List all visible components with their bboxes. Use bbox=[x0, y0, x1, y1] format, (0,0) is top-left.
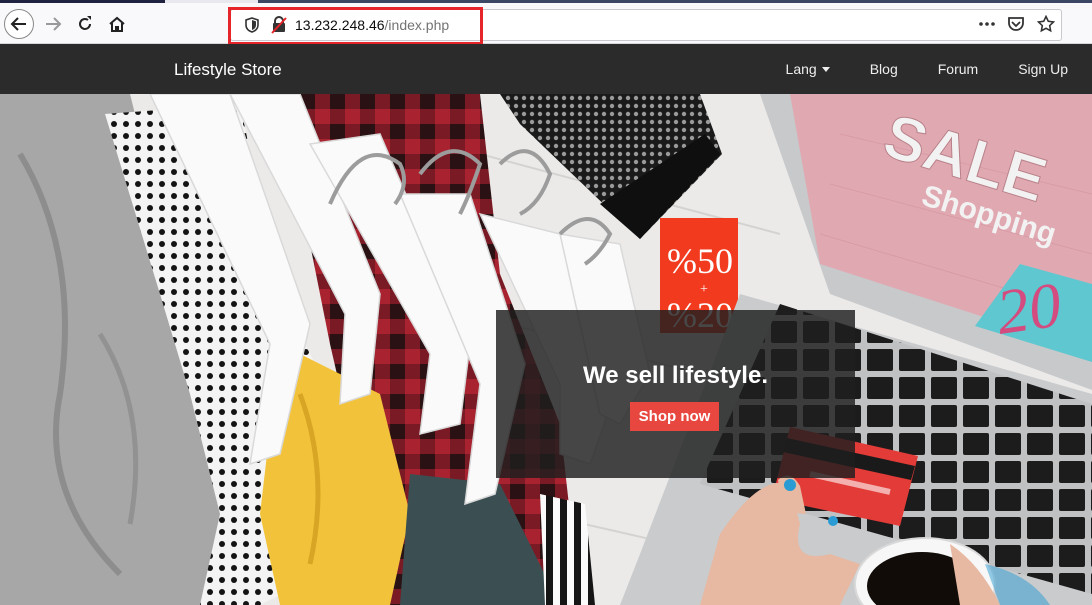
bookmark-star-icon[interactable] bbox=[1037, 15, 1055, 33]
browser-toolbar: 13.232.248.46/index.php bbox=[0, 3, 1092, 45]
caret-down-icon bbox=[821, 67, 830, 72]
back-arrow-icon bbox=[10, 17, 26, 31]
hero-banner: %50 + %20 SALE Shopping 20 We sel bbox=[0, 94, 1092, 605]
hero-caption-box: We sell lifestyle. Shop now bbox=[496, 310, 855, 478]
back-button[interactable] bbox=[4, 9, 34, 39]
page-actions-menu-icon[interactable] bbox=[979, 16, 995, 32]
pocket-icon[interactable] bbox=[1007, 15, 1025, 33]
price-tag-top: %50 bbox=[667, 241, 733, 281]
laptop-number-text: 20 bbox=[992, 269, 1065, 348]
nav-signup[interactable]: Sign Up bbox=[1018, 61, 1068, 77]
reload-icon bbox=[79, 16, 91, 30]
url-highlight-box bbox=[228, 7, 483, 45]
forward-button[interactable] bbox=[38, 9, 68, 39]
url-actions bbox=[979, 15, 1055, 33]
reload-button[interactable] bbox=[70, 9, 100, 39]
shop-now-button[interactable]: Shop now bbox=[630, 402, 719, 431]
home-button[interactable] bbox=[102, 9, 132, 39]
hero-headline: We sell lifestyle. bbox=[583, 362, 768, 389]
nav-lang-label: Lang bbox=[785, 61, 817, 77]
home-icon bbox=[109, 16, 125, 32]
brand-link[interactable]: Lifestyle Store bbox=[174, 60, 282, 80]
nav-forum[interactable]: Forum bbox=[938, 61, 978, 77]
forward-arrow-icon bbox=[46, 17, 62, 31]
nav-links: Lang Blog Forum Sign Up bbox=[746, 44, 1068, 94]
nav-blog[interactable]: Blog bbox=[870, 61, 898, 77]
nav-lang-dropdown[interactable]: Lang bbox=[786, 61, 830, 77]
site-navbar: Lifestyle Store Lang Blog Forum Sign Up bbox=[0, 44, 1092, 94]
